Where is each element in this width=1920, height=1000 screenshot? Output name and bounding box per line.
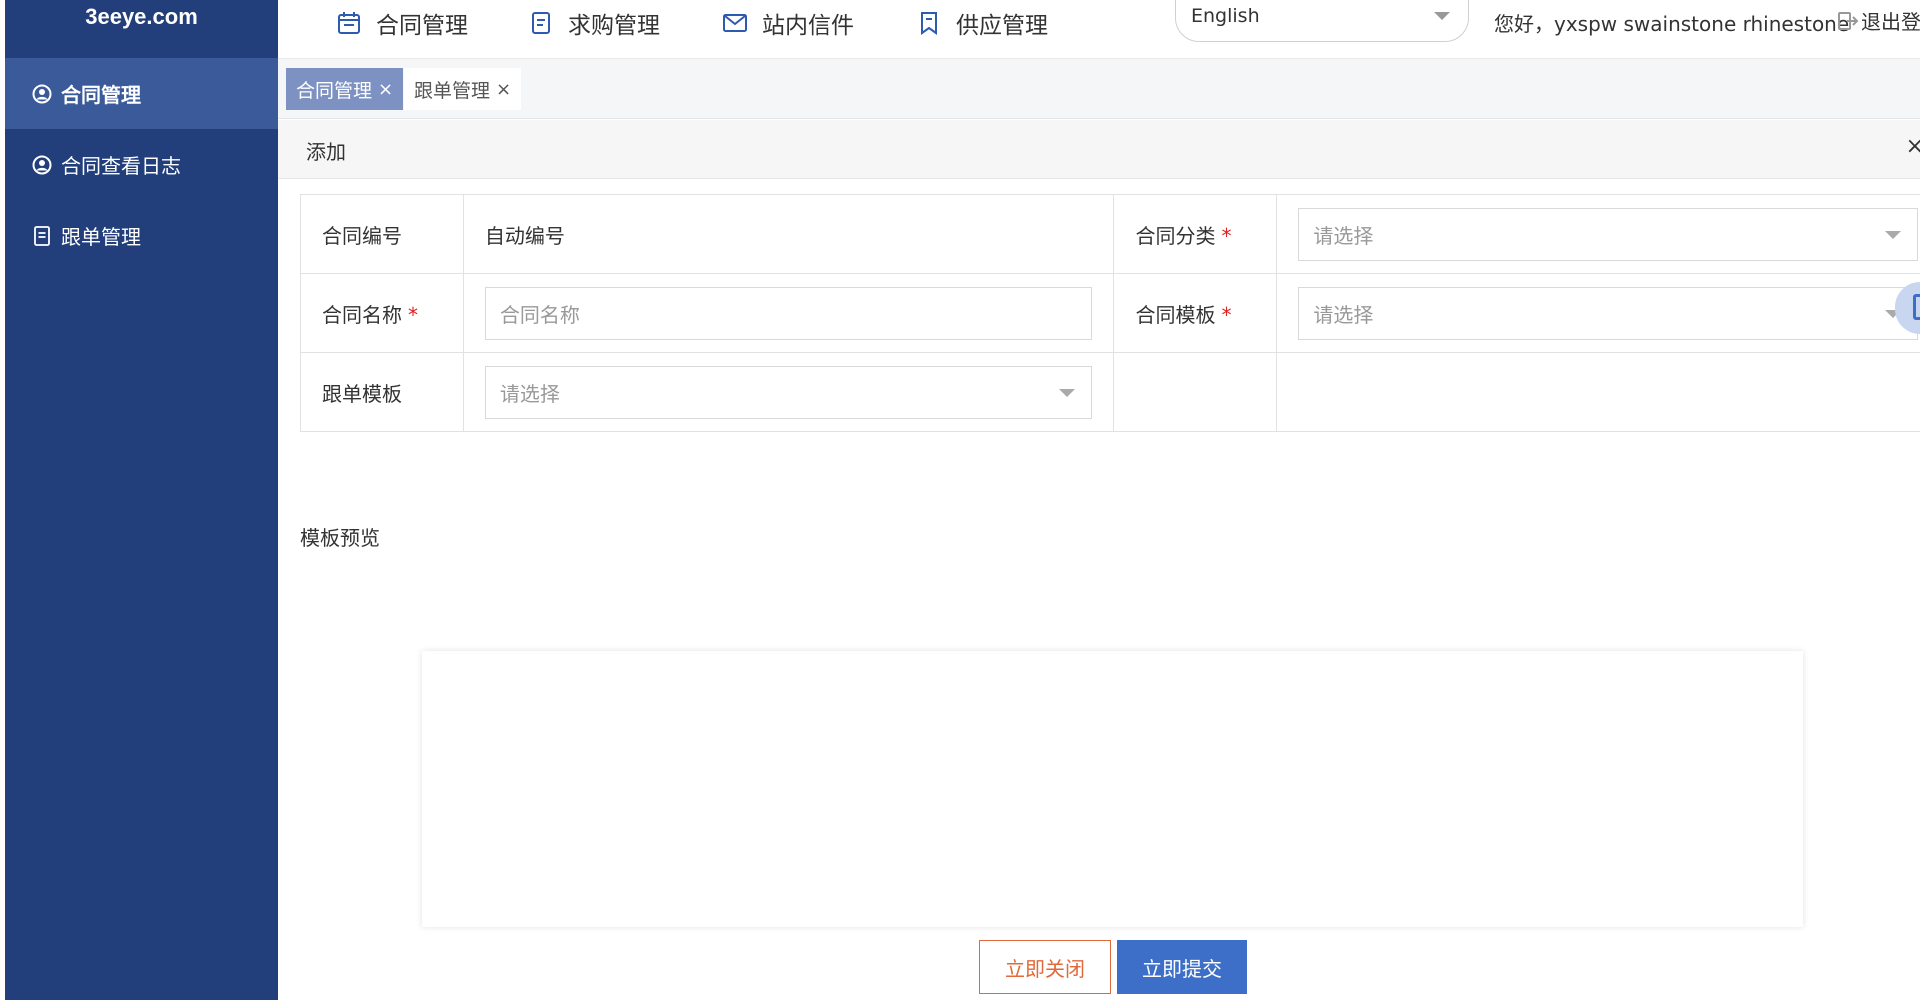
logout-label: 退出登 (1861, 10, 1920, 34)
select-placeholder: 请选择 (1313, 223, 1374, 248)
panel-header: 添加 × (278, 120, 1920, 179)
nav-label: 供应管理 (956, 13, 1048, 39)
calendar-icon (336, 10, 362, 36)
tab-order-tracking[interactable]: 跟单管理 × (404, 68, 522, 110)
nav-label: 站内信件 (762, 13, 854, 39)
chevron-down-icon (1885, 230, 1901, 239)
follow-template-select[interactable]: 请选择 (484, 365, 1093, 419)
top-navigation: 合同管理 求购管理 站内信件 供应管理 English 您好，yxspw swa… (278, 0, 1920, 59)
logout-link[interactable]: 退出登 (1837, 6, 1920, 35)
document-icon (528, 10, 554, 36)
empty-cell (1276, 352, 1920, 432)
document-icon (31, 225, 53, 247)
panel-title: 添加 (306, 140, 346, 164)
nav-label: 求购管理 (568, 13, 660, 39)
template-preview-area (422, 651, 1803, 927)
nav-supply-management[interactable]: 供应管理 (916, 0, 1048, 46)
nav-label: 合同管理 (376, 13, 468, 39)
nav-contract-management[interactable]: 合同管理 (336, 0, 468, 46)
contract-form: 合同编号 自动编号 合同分类 * 请选择 合同名称 * 合同名称 合同模板 * 请选择 (300, 194, 1920, 432)
sidebar-item-label: 跟单管理 (61, 225, 141, 249)
chevron-down-icon (1434, 12, 1450, 20)
sidebar-item-contract-log[interactable]: 合同查看日志 (5, 129, 278, 200)
template-preview-title: 模板预览 (300, 526, 380, 550)
sidebar-item-order-tracking[interactable]: 跟单管理 (5, 200, 278, 271)
user-greeting: 您好，yxspw swainstone rhinestone (1494, 12, 1850, 36)
tab-label: 跟单管理 (414, 79, 491, 102)
contract-name-cell: 合同名称 (462, 273, 1115, 353)
tab-label: 合同管理 (296, 79, 373, 102)
user-circle-icon (31, 83, 53, 105)
contract-name-input[interactable]: 合同名称 (484, 286, 1093, 340)
sidebar-item-label: 合同查看日志 (61, 154, 181, 178)
contract-number-value: 自动编号 (462, 194, 1115, 274)
contract-category-label: 合同分类 * (1113, 194, 1278, 274)
follow-template-cell: 请选择 (462, 352, 1115, 432)
phone-icon (1913, 294, 1920, 320)
select-placeholder: 请选择 (499, 381, 560, 406)
user-circle-icon (31, 154, 53, 176)
logo: 3eeye.com (85, 4, 198, 29)
follow-template-label: 跟单模板 (300, 352, 464, 432)
contract-name-label: 合同名称 * (300, 273, 464, 353)
mail-icon (722, 10, 748, 36)
required-mark: * (408, 302, 418, 327)
submit-now-button[interactable]: 立即提交 (1117, 940, 1247, 994)
contract-category-cell: 请选择 (1276, 194, 1920, 274)
contract-template-label: 合同模板 * (1113, 273, 1278, 353)
form-row: 合同编号 自动编号 合同分类 * 请选择 (300, 194, 1920, 274)
empty-cell (1113, 352, 1278, 432)
logout-icon (1837, 10, 1859, 32)
close-icon[interactable]: × (1906, 134, 1920, 159)
close-icon[interactable]: × (378, 79, 393, 100)
input-placeholder: 合同名称 (499, 302, 580, 327)
sidebar: 3eeye.com 合同管理 合同查看日志 跟单管理 (5, 0, 278, 1000)
bookmark-icon (916, 10, 942, 36)
language-value: English (1191, 5, 1260, 27)
nav-purchase-management[interactable]: 求购管理 (528, 0, 660, 46)
contract-template-select[interactable]: 请选择 (1298, 286, 1918, 340)
close-now-button[interactable]: 立即关闭 (979, 940, 1111, 994)
contract-number-label: 合同编号 (300, 194, 464, 274)
contract-category-select[interactable]: 请选择 (1298, 207, 1918, 261)
nav-internal-mail[interactable]: 站内信件 (722, 0, 854, 46)
close-icon[interactable]: × (496, 79, 511, 100)
open-tabs-bar: 合同管理 × 跟单管理 × (278, 59, 1920, 119)
chevron-down-icon (1059, 388, 1076, 397)
tab-contract-management[interactable]: 合同管理 × (286, 68, 404, 110)
sidebar-item-label: 合同管理 (61, 83, 141, 107)
sidebar-item-contract-management[interactable]: 合同管理 (5, 58, 278, 129)
required-mark: * (1221, 302, 1232, 327)
contract-template-cell: 请选择 (1276, 273, 1920, 353)
form-row: 合同名称 * 合同名称 合同模板 * 请选择 (300, 273, 1920, 353)
language-select[interactable]: English (1175, 0, 1469, 42)
form-row: 跟单模板 请选择 (300, 352, 1920, 432)
required-mark: * (1221, 223, 1232, 248)
select-placeholder: 请选择 (1313, 302, 1374, 327)
